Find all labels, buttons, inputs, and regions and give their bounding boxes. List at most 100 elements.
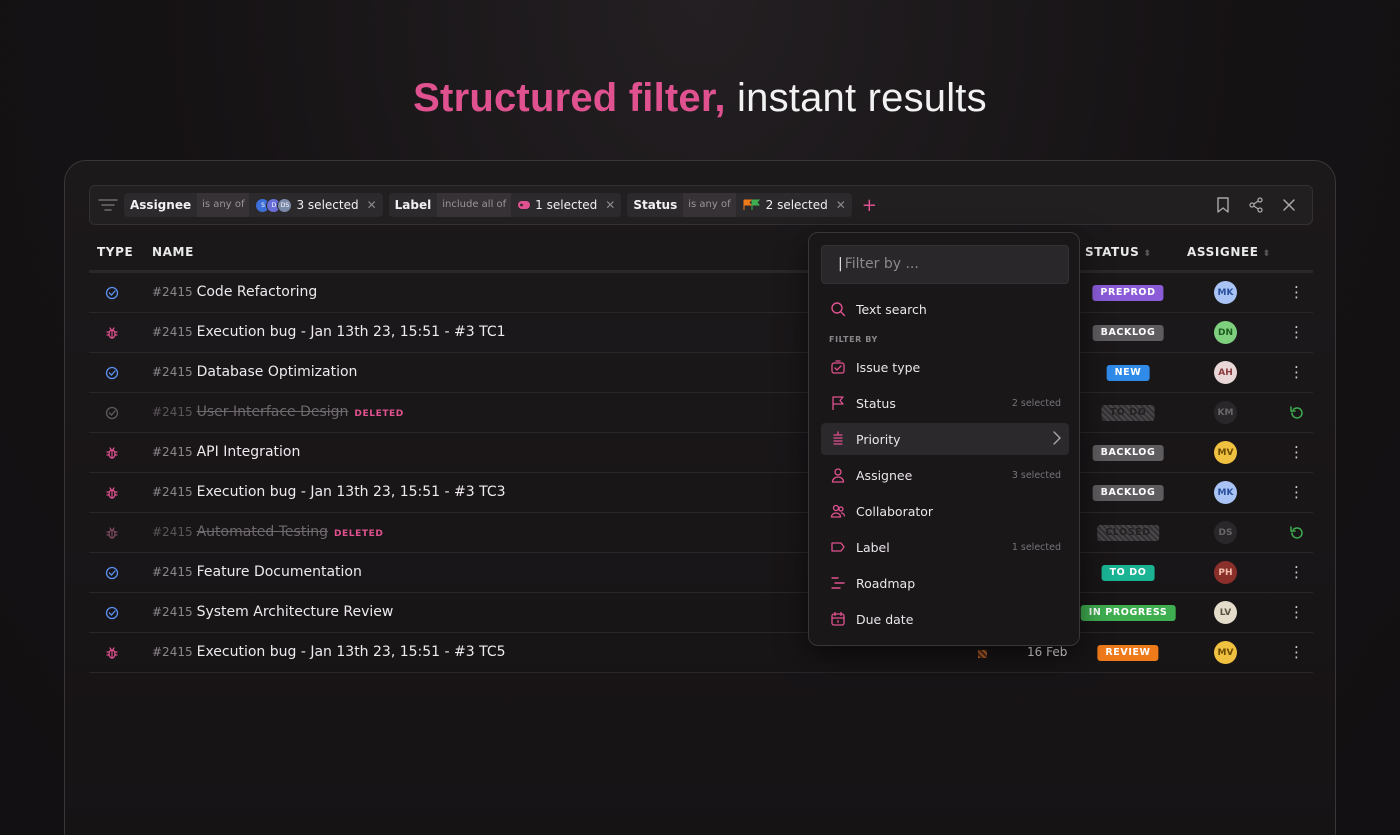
add-filter-icon[interactable]: + (862, 195, 877, 216)
close-icon[interactable]: ✕ (363, 198, 383, 212)
more-options-icon[interactable]: ⋮ (1289, 363, 1304, 381)
column-assignee[interactable]: ASSIGNEE ⬍ (1187, 245, 1271, 259)
column-name[interactable]: NAME (152, 245, 194, 259)
headline-rest: instant results (725, 76, 987, 120)
table-row[interactable]: #2415 Execution bug - Jan 13th 23, 15:51 … (89, 473, 1313, 513)
issue-number: #2415 (152, 645, 193, 659)
filter-option-label: Roadmap (856, 575, 916, 591)
status-badge[interactable]: TO DO (1101, 405, 1155, 421)
filter-icon[interactable] (98, 198, 118, 212)
filter-dropdown: | Filter by ... Text search FILTER BY Iss… (808, 232, 1080, 646)
close-icon[interactable]: ✕ (832, 198, 852, 212)
filter-option-label: Status (856, 395, 896, 411)
table-row[interactable]: #2415 System Architecture Review IN PROGRE… (89, 593, 1313, 633)
share-icon[interactable] (1248, 197, 1264, 213)
issue-number: #2415 (152, 565, 193, 579)
avatar[interactable]: MV (1214, 641, 1237, 664)
issue-name[interactable]: #2415 Execution bug - Jan 13th 23, 15:51 … (152, 324, 506, 340)
filter-option-label[interactable]: Label 1 selected (821, 531, 1069, 563)
issue-number: #2415 (152, 445, 193, 459)
table-row[interactable]: #2415 Execution bug - Jan 13th 23, 15:51 … (89, 633, 1313, 673)
filter-option-roadmap[interactable]: Roadmap (821, 567, 1069, 599)
issue-name[interactable]: #2415 Code Refactoring (152, 284, 317, 300)
table-header: TYPE NAME STATUS ⬍ ASSIGNEE ⬍ (89, 233, 1313, 273)
table-row[interactable]: #2415 User Interface Design DELETED TO DO KM (89, 393, 1313, 433)
chip-operator[interactable]: include all of (437, 193, 512, 217)
issue-title: User Interface Design (196, 404, 349, 420)
issue-name[interactable]: #2415 Automated Testing DELETED (152, 524, 383, 540)
filter-option-due-date[interactable]: Due date (821, 603, 1069, 635)
close-icon[interactable] (1282, 197, 1296, 213)
chip-value[interactable]: 2 selected (762, 198, 832, 212)
more-options-icon[interactable]: ⋮ (1289, 643, 1304, 661)
issue-name[interactable]: #2415 System Architecture Review (152, 604, 393, 620)
table-row[interactable]: #2415 API Integration BACKLOG MV ⋮ (89, 433, 1313, 473)
close-icon[interactable]: ✕ (601, 198, 621, 212)
filter-option-priority[interactable]: Priority (821, 423, 1069, 455)
text-search-option[interactable]: Text search (821, 293, 1069, 325)
issue-name[interactable]: #2415 Execution bug - Jan 13th 23, 15:51 … (152, 484, 506, 500)
avatar[interactable]: MK (1214, 481, 1237, 504)
avatar[interactable]: MK (1214, 281, 1237, 304)
status-badge[interactable]: BACKLOG (1092, 445, 1164, 461)
restore-icon[interactable] (1288, 524, 1306, 542)
bookmark-icon[interactable] (1216, 197, 1230, 213)
sort-icon[interactable]: ⬍ (1263, 249, 1271, 259)
chip-operator[interactable]: is any of (683, 193, 736, 217)
issue-name[interactable]: #2415 API Integration (152, 444, 300, 460)
filter-chip-label[interactable]: Label include all of 1 selected ✕ (388, 193, 622, 217)
issue-title: Automated Testing (196, 524, 328, 540)
status-badge[interactable]: REVIEW (1097, 645, 1159, 661)
filter-option-assignee[interactable]: Assignee 3 selected (821, 459, 1069, 491)
status-badge[interactable]: TO DO (1101, 565, 1155, 581)
issue-number: #2415 (152, 525, 193, 539)
issue-name[interactable]: #2415 Feature Documentation (152, 564, 362, 580)
avatar[interactable]: KM (1214, 401, 1237, 424)
status-badge[interactable]: BACKLOG (1092, 485, 1164, 501)
status-badge[interactable]: CLOSED (1097, 525, 1159, 541)
avatar[interactable]: DS (1214, 521, 1237, 544)
status-badge[interactable]: NEW (1106, 365, 1150, 381)
column-status[interactable]: STATUS ⬍ (1085, 245, 1152, 259)
issue-name[interactable]: #2415 Database Optimization (152, 364, 357, 380)
issue-title: Database Optimization (196, 364, 358, 380)
table-row[interactable]: #2415 Code Refactoring PREPROD MK ⋮ (89, 273, 1313, 313)
chip-value[interactable]: 1 selected (531, 198, 601, 212)
issues-panel: Assignee is any of S D DS 3 selected ✕ L… (64, 160, 1336, 835)
restore-icon[interactable] (1288, 404, 1306, 422)
filter-by-heading: FILTER BY (829, 335, 878, 344)
more-options-icon[interactable]: ⋮ (1289, 603, 1304, 621)
issue-name[interactable]: #2415 User Interface Design DELETED (152, 404, 404, 420)
avatar[interactable]: AH (1214, 361, 1237, 384)
status-badge[interactable]: PREPROD (1092, 285, 1164, 301)
chip-operator[interactable]: is any of (197, 193, 250, 217)
more-options-icon[interactable]: ⋮ (1289, 323, 1304, 341)
more-options-icon[interactable]: ⋮ (1289, 563, 1304, 581)
avatar[interactable]: PH (1214, 561, 1237, 584)
task-check-icon (105, 606, 119, 620)
filter-search-input[interactable]: | Filter by ... (821, 245, 1069, 284)
sort-icon[interactable]: ⬍ (1143, 249, 1151, 259)
avatar[interactable]: MV (1214, 441, 1237, 464)
status-badge[interactable]: IN PROGRESS (1080, 605, 1176, 621)
filter-option-status[interactable]: Status 2 selected (821, 387, 1069, 419)
more-options-icon[interactable]: ⋮ (1289, 443, 1304, 461)
status-badge[interactable]: BACKLOG (1092, 325, 1164, 341)
table-row[interactable]: #2415 Execution bug - Jan 13th 23, 15:51 … (89, 313, 1313, 353)
issue-name[interactable]: #2415 Execution bug - Jan 13th 23, 15:51 … (152, 644, 506, 660)
chip-value[interactable]: 3 selected (292, 198, 362, 212)
bug-icon (105, 486, 119, 500)
avatar: DS (277, 197, 293, 213)
table-row[interactable]: #2415 Database Optimization NEW AH ⋮ (89, 353, 1313, 393)
table-row[interactable]: #2415 Feature Documentation TO DO PH ⋮ (89, 553, 1313, 593)
column-type[interactable]: TYPE (97, 245, 133, 259)
avatar[interactable]: DN (1214, 321, 1237, 344)
filter-option-issue-type[interactable]: Issue type (821, 351, 1069, 383)
table-row[interactable]: #2415 Automated Testing DELETED CLOSED DS (89, 513, 1313, 553)
filter-chip-assignee[interactable]: Assignee is any of S D DS 3 selected ✕ (124, 193, 383, 217)
avatar[interactable]: LV (1214, 601, 1237, 624)
more-options-icon[interactable]: ⋮ (1289, 283, 1304, 301)
filter-chip-status[interactable]: Status is any of 2 selected ✕ (627, 193, 852, 217)
filter-option-collaborator[interactable]: Collaborator (821, 495, 1069, 527)
more-options-icon[interactable]: ⋮ (1289, 483, 1304, 501)
